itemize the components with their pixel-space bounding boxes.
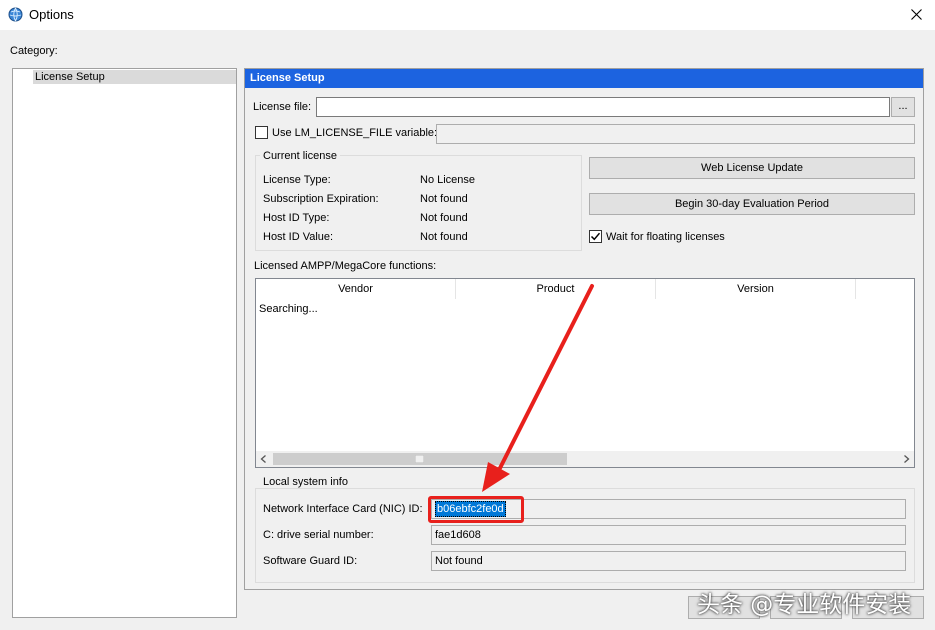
begin-evaluation-button[interactable]: Begin 30-day Evaluation Period bbox=[589, 193, 915, 215]
column-header-filler bbox=[856, 279, 914, 299]
license-type-value: No License bbox=[420, 174, 476, 186]
checkmark-icon bbox=[590, 232, 601, 241]
current-license-title: Current license bbox=[260, 150, 340, 162]
subscription-expiration-value: Not found bbox=[420, 193, 468, 205]
scroll-left-icon[interactable] bbox=[260, 455, 267, 463]
lm-license-checkbox[interactable] bbox=[255, 126, 268, 139]
host-id-type-label: Host ID Type: bbox=[263, 212, 330, 224]
drive-serial-field[interactable]: fae1d608 bbox=[431, 525, 906, 545]
grip-icon bbox=[415, 455, 424, 463]
drive-serial-label: C: drive serial number: bbox=[263, 529, 374, 541]
subscription-expiration-label: Subscription Expiration: bbox=[263, 193, 379, 205]
wait-floating-label: Wait for floating licenses bbox=[606, 231, 725, 243]
software-guard-label: Software Guard ID: bbox=[263, 555, 358, 567]
web-license-update-button[interactable]: Web License Update bbox=[589, 157, 915, 179]
horizontal-scrollbar[interactable] bbox=[256, 451, 914, 467]
close-button[interactable] bbox=[898, 0, 935, 30]
title-bar: Options bbox=[0, 0, 935, 30]
annotation-highlight-box bbox=[428, 496, 524, 523]
column-header-product[interactable]: Product bbox=[456, 279, 656, 299]
panel-header: License Setup bbox=[245, 69, 923, 88]
searching-status: Searching... bbox=[259, 303, 318, 315]
close-icon bbox=[911, 9, 922, 20]
globe-app-icon bbox=[8, 7, 23, 22]
host-id-value-value: Not found bbox=[420, 231, 468, 243]
license-file-input[interactable] bbox=[316, 97, 890, 117]
host-id-value-label: Host ID Value: bbox=[263, 231, 334, 243]
license-setup-panel: License Setup License file: ... Use LM_L… bbox=[244, 68, 924, 590]
column-header-version[interactable]: Version bbox=[656, 279, 856, 299]
wait-floating-checkbox[interactable] bbox=[589, 230, 602, 243]
lm-license-label: Use LM_LICENSE_FILE variable: bbox=[272, 127, 438, 139]
nic-id-label: Network Interface Card (NIC) ID: bbox=[263, 503, 423, 515]
lm-license-input[interactable] bbox=[436, 124, 915, 144]
tree-item-license-setup[interactable]: License Setup bbox=[33, 70, 236, 84]
local-system-info-title: Local system info bbox=[260, 476, 351, 488]
functions-label: Licensed AMPP/MegaCore functions: bbox=[254, 260, 437, 272]
scroll-right-icon[interactable] bbox=[903, 455, 910, 463]
scrollbar-thumb[interactable] bbox=[273, 453, 567, 465]
host-id-type-value: Not found bbox=[420, 212, 468, 224]
category-label: Category: bbox=[10, 45, 58, 57]
functions-list[interactable]: Vendor Product Version Searching... bbox=[255, 278, 915, 468]
column-header-vendor[interactable]: Vendor bbox=[256, 279, 456, 299]
license-type-label: License Type: bbox=[263, 174, 331, 186]
software-guard-field[interactable]: Not found bbox=[431, 551, 906, 571]
window-title: Options bbox=[29, 7, 74, 22]
browse-button[interactable]: ... bbox=[891, 97, 915, 117]
category-tree[interactable]: License Setup bbox=[12, 68, 237, 618]
license-file-label: License file: bbox=[253, 101, 312, 113]
watermark-text: 头条 @专业软件安装 bbox=[697, 592, 912, 618]
